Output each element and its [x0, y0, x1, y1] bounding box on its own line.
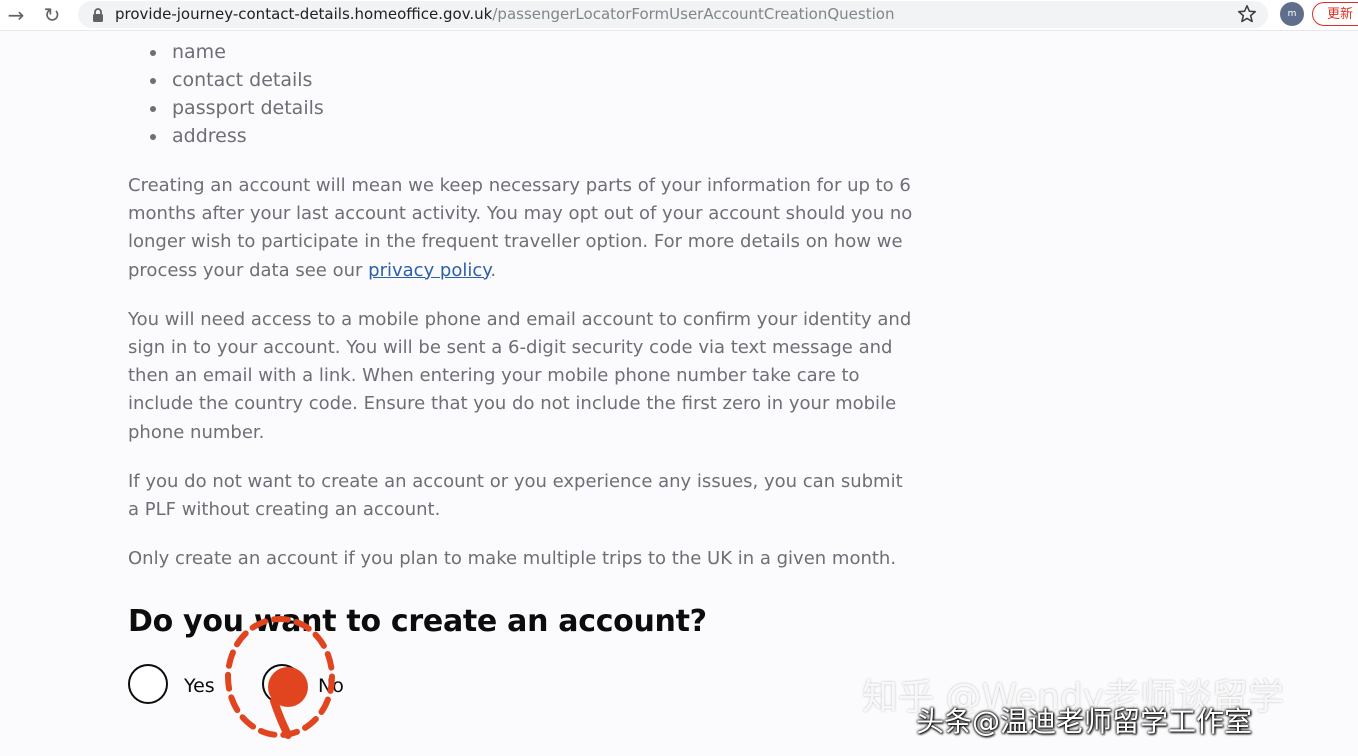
- bullet-dot: [150, 134, 156, 140]
- url-path: /passengerLocatorFormUserAccountCreation…: [492, 5, 895, 23]
- multiple-trips-paragraph: Only create an account if you plan to ma…: [128, 548, 897, 570]
- profile-avatar[interactable]: m: [1280, 2, 1304, 26]
- list-item-text: name: [172, 41, 226, 63]
- list-item: name: [150, 38, 940, 66]
- list-item: address: [150, 122, 940, 150]
- bullet-dot: [150, 78, 156, 84]
- toutiao-watermark: 头条@温迪老师留学工作室: [916, 705, 1253, 738]
- submit-without-account-paragraph: If you do not want to create an account …: [128, 470, 903, 521]
- page-content: name contact details passport details ad…: [128, 38, 918, 573]
- reload-icon[interactable]: ↻: [40, 3, 64, 27]
- lock-icon: [93, 8, 103, 22]
- retention-text: Creating an account will mean we keep ne…: [128, 175, 913, 281]
- yes-label[interactable]: Yes: [184, 675, 215, 697]
- url-host: provide-journey-contact-details.homeoffi…: [115, 5, 493, 23]
- question-heading: Do you want to create an account?: [128, 604, 707, 639]
- list-item: passport details: [150, 94, 940, 122]
- list-item-text: address: [172, 125, 247, 147]
- yes-radio[interactable]: [128, 664, 168, 704]
- forward-icon[interactable]: →: [4, 3, 28, 27]
- privacy-policy-link[interactable]: privacy policy: [368, 260, 490, 281]
- update-button[interactable]: 更新: [1312, 2, 1358, 26]
- url-text: provide-journey-contact-details.homeoffi…: [115, 5, 894, 23]
- list-item-text: passport details: [172, 97, 324, 119]
- browser-toolbar: → ↻ provide-journey-contact-details.home…: [0, 0, 1358, 31]
- account-retention-paragraph: Creating an account will mean we keep ne…: [128, 172, 918, 285]
- list-item-text: contact details: [172, 69, 313, 91]
- retention-end: .: [490, 259, 497, 281]
- bullet-dot: [150, 50, 156, 56]
- security-code-paragraph: You will need access to a mobile phone a…: [128, 308, 912, 443]
- bookmark-star-icon[interactable]: [1236, 3, 1258, 25]
- info-bullet-list: name contact details passport details ad…: [150, 38, 940, 150]
- click-highlight-annotation: [225, 616, 335, 739]
- bullet-dot: [150, 106, 156, 112]
- address-bar[interactable]: provide-journey-contact-details.homeoffi…: [78, 1, 1268, 28]
- list-item: contact details: [150, 66, 940, 94]
